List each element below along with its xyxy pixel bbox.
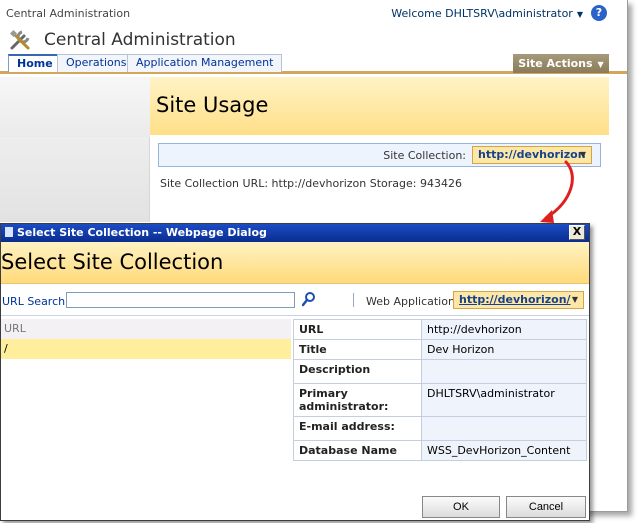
table-row: Description xyxy=(293,359,587,384)
cancel-button[interactable]: Cancel xyxy=(506,496,586,518)
dialog-title-bar[interactable]: Select Site Collection -- Webpage Dialog… xyxy=(1,224,589,242)
table-row: Database Name WSS_DevHorizon_Content xyxy=(293,440,587,461)
site-collection-label: Site Collection: xyxy=(383,149,466,162)
web-application-value: http://devhorizon/ xyxy=(459,293,571,306)
tools-icon xyxy=(9,29,30,50)
dialog-title-text: Select Site Collection -- Webpage Dialog xyxy=(17,226,267,239)
table-row: URL http://devhorizon xyxy=(293,319,587,340)
welcome-text: Welcome DHLTSRV\administrator xyxy=(391,7,573,20)
site-name-link[interactable]: Central Administration xyxy=(6,7,130,20)
dialog-title: Select Site Collection -- Webpage Dialog xyxy=(5,226,267,239)
property-value xyxy=(421,359,587,384)
left-nav-header xyxy=(0,77,150,137)
property-label: E-mail address: xyxy=(293,416,422,441)
property-value: DHLTSRV\administrator xyxy=(421,383,587,417)
url-search-label: URL Search xyxy=(2,295,66,308)
top-nav: Home Operations Application Management S… xyxy=(0,54,627,74)
tab-operations[interactable]: Operations xyxy=(57,54,136,72)
dialog-heading: Select Site Collection xyxy=(1,250,224,274)
property-value xyxy=(421,416,587,441)
property-label: URL xyxy=(293,319,422,340)
toolbar-divider xyxy=(353,293,354,307)
page-title: Site Usage xyxy=(156,93,269,117)
tab-home[interactable]: Home xyxy=(8,54,62,72)
top-bar: Central Administration Welcome DHLTSRV\a… xyxy=(0,0,627,28)
site-actions-menu[interactable]: Site Actions ▼ xyxy=(513,54,609,73)
property-label: Primary administrator: xyxy=(293,383,422,417)
dialog-banner: Select Site Collection xyxy=(1,242,589,284)
site-collection-details: Site Collection URL: http://devhorizon S… xyxy=(160,177,462,190)
window-icon xyxy=(5,227,13,237)
property-label: Title xyxy=(293,339,422,360)
chevron-down-icon: ▼ xyxy=(576,10,583,19)
search-row: URL Search Web Application: http://devho… xyxy=(1,288,589,312)
property-label: Database Name xyxy=(293,440,422,461)
divider xyxy=(1,315,589,316)
select-site-collection-dialog: Select Site Collection -- Webpage Dialog… xyxy=(0,223,590,521)
ok-button[interactable]: OK xyxy=(422,496,500,518)
help-icon[interactable]: ? xyxy=(591,5,607,21)
property-value: http://devhorizon xyxy=(421,319,587,340)
list-item[interactable]: / xyxy=(1,339,291,359)
site-properties-table: URL http://devhorizon Title Dev Horizon De… xyxy=(293,319,587,461)
url-list-header: URL xyxy=(1,319,291,339)
close-icon[interactable]: X xyxy=(569,225,585,240)
table-row: Primary administrator: DHLTSRV\administra… xyxy=(293,383,587,417)
property-value: Dev Horizon xyxy=(421,339,587,360)
url-list: URL / xyxy=(1,319,291,499)
title-row: Central Administration xyxy=(0,28,627,54)
url-search-input[interactable] xyxy=(66,292,295,308)
dialog-button-bar: OK Cancel xyxy=(1,488,589,520)
search-icon[interactable] xyxy=(302,291,316,307)
web-application-dropdown[interactable]: http://devhorizon/ ▼ xyxy=(453,291,584,309)
site-actions-label: Site Actions xyxy=(518,57,593,70)
table-row: E-mail address: xyxy=(293,416,587,441)
chevron-down-icon: ▼ xyxy=(571,295,578,304)
property-label: Description xyxy=(293,359,422,384)
property-value: WSS_DevHorizon_Content xyxy=(421,440,587,461)
welcome-menu[interactable]: Welcome DHLTSRV\administrator ▼ xyxy=(391,7,583,20)
web-application-label: Web Application: xyxy=(366,295,459,308)
chevron-down-icon: ▼ xyxy=(597,60,604,69)
page-title-banner: Site Usage xyxy=(150,77,609,135)
app-title: Central Administration xyxy=(44,30,236,50)
callout-arrow-icon xyxy=(540,160,574,223)
tab-application-management[interactable]: Application Management xyxy=(127,54,283,72)
table-row: Title Dev Horizon xyxy=(293,339,587,360)
